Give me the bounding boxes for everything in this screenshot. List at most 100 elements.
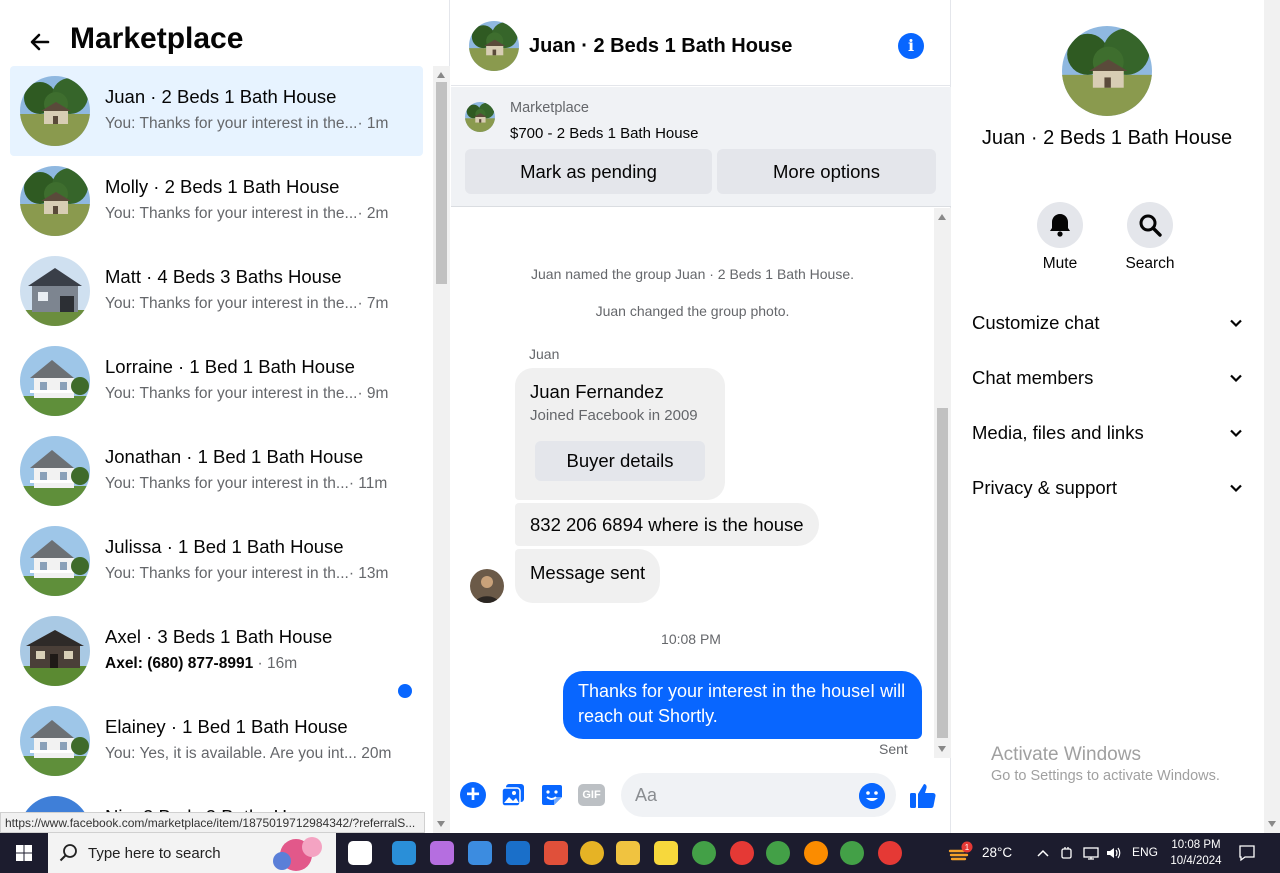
scroll-down-icon[interactable] <box>1268 821 1276 827</box>
listing-source: Marketplace <box>510 100 589 116</box>
edge-icon[interactable] <box>392 841 416 865</box>
conversation-avatar <box>20 256 90 326</box>
system-message: Juan named the group Juan · 2 Beds 1 Bat… <box>531 266 854 282</box>
listing-thumbnail[interactable] <box>465 102 495 132</box>
preview-text: You: Thanks for your interest in th... <box>105 475 349 492</box>
section-privacy-support[interactable]: Privacy & support <box>972 468 1242 508</box>
thread-scrollbar[interactable] <box>934 208 951 758</box>
preview-text: You: Yes, it is available. Are you int..… <box>105 745 357 762</box>
mute-button[interactable]: Mute <box>1015 202 1105 273</box>
chat-panel: Juan · 2 Beds 1 Bath House i Marketplace… <box>451 0 951 833</box>
info-icon[interactable]: i <box>898 33 924 59</box>
preview-time: · 9m <box>357 385 389 402</box>
mark-as-pending-button[interactable]: Mark as pending <box>465 149 712 194</box>
conversation-item[interactable]: Axel · 3 Beds 1 Bath House Axel: (680) 87… <box>10 606 423 698</box>
chrome-profile-icon[interactable] <box>878 841 902 865</box>
emoji-icon[interactable] <box>859 783 885 809</box>
details-panel: Juan · 2 Beds 1 Bath House Mute Search C… <box>952 0 1264 833</box>
chrome-profile-icon[interactable] <box>840 841 864 865</box>
conversation-item[interactable]: Julissa · 1 Bed 1 Bath House You: Thanks … <box>10 516 423 606</box>
back-arrow-icon[interactable] <box>26 28 54 56</box>
sticky-notes-icon[interactable] <box>654 841 678 865</box>
conversation-preview: You: Thanks for your interest in th...· … <box>105 475 387 493</box>
battery-icon[interactable] <box>1059 845 1075 861</box>
chrome-profile-icon[interactable] <box>766 841 790 865</box>
page-scrollbar[interactable] <box>1264 0 1280 833</box>
section-label: Chat members <box>972 367 1094 388</box>
outgoing-message[interactable]: Thanks for your interest in the houseI w… <box>563 671 922 739</box>
details-name: Juan · 2 Beds 1 Bath House <box>981 127 1233 149</box>
conversation-list: Juan · 2 Beds 1 Bath House You: Thanks fo… <box>10 66 423 826</box>
conversation-item[interactable]: Jonathan · 1 Bed 1 Bath House You: Thanks… <box>10 426 423 516</box>
photo-icon[interactable] <box>500 782 526 808</box>
gif-icon[interactable]: GIF <box>578 784 605 806</box>
input-language[interactable]: ENG <box>1132 845 1158 859</box>
chrome-icon[interactable] <box>580 841 604 865</box>
scroll-down-icon[interactable] <box>938 746 946 752</box>
sticker-icon[interactable] <box>539 782 565 808</box>
scrollbar-thumb[interactable] <box>436 82 447 284</box>
taskbar-search-box[interactable]: Type here to search <box>48 833 336 873</box>
conversation-name: Elainey · 1 Bed 1 Bath House <box>105 716 348 737</box>
search-icon <box>59 844 77 862</box>
conversation-avatar <box>20 526 90 596</box>
copilot-icon[interactable] <box>430 841 454 865</box>
thumbs-up-icon[interactable] <box>908 781 938 811</box>
page-title: Marketplace <box>70 22 244 55</box>
message-input[interactable] <box>621 773 896 817</box>
scroll-up-icon[interactable] <box>938 214 946 220</box>
scroll-down-icon[interactable] <box>437 821 445 827</box>
time-separator: 10:08 PM <box>661 631 721 647</box>
volume-icon[interactable] <box>1105 845 1121 861</box>
weather-icon[interactable]: 1 <box>948 841 974 865</box>
windows-start-icon[interactable] <box>0 833 48 873</box>
section-media-files-links[interactable]: Media, files and links <box>972 413 1242 453</box>
store-icon[interactable] <box>468 841 492 865</box>
conversation-item[interactable]: Matt · 4 Beds 3 Baths House You: Thanks f… <box>10 246 423 336</box>
outlook-icon[interactable] <box>506 841 530 865</box>
temperature[interactable]: 28°C <box>982 845 1012 860</box>
search-label: Search <box>1125 255 1175 272</box>
incoming-message[interactable]: 832 206 6894 where is the house <box>515 503 819 546</box>
left-scrollbar[interactable] <box>433 66 450 833</box>
conversation-item[interactable]: Elainey · 1 Bed 1 Bath House You: Yes, it… <box>10 696 423 786</box>
conversation-item[interactable]: Juan · 2 Beds 1 Bath House You: Thanks fo… <box>10 66 423 156</box>
scrollbar-thumb[interactable] <box>937 408 948 738</box>
chevron-down-icon <box>1230 429 1242 438</box>
preview-text: You: Thanks for your interest in the... <box>105 115 358 132</box>
section-customize-chat[interactable]: Customize chat <box>972 303 1242 343</box>
chevron-up-icon[interactable] <box>1035 845 1051 861</box>
conversation-item[interactable]: Molly · 2 Beds 1 Bath House You: Thanks f… <box>10 156 423 246</box>
notifications-icon[interactable] <box>1238 844 1256 862</box>
incoming-message[interactable]: Message sent <box>515 549 661 603</box>
task-view-icon[interactable] <box>348 841 372 865</box>
conversation-avatar <box>20 616 90 686</box>
scroll-up-icon[interactable] <box>437 72 445 78</box>
paint-icon[interactable] <box>544 841 568 865</box>
preview-text: You: Thanks for your interest in the... <box>105 205 358 222</box>
conversation-name: Juan · 2 Beds 1 Bath House <box>105 86 337 107</box>
section-chat-members[interactable]: Chat members <box>972 358 1242 398</box>
more-options-button[interactable]: More options <box>717 149 936 194</box>
conversation-name: Matt · 4 Beds 3 Baths House <box>105 266 342 287</box>
search-icon <box>1139 214 1162 237</box>
chevron-down-icon <box>1230 484 1242 493</box>
plus-icon[interactable]: + <box>460 782 486 808</box>
clock[interactable]: 10:08 PM 10/4/2024 <box>1168 837 1224 869</box>
chrome-profile-icon[interactable] <box>692 841 716 865</box>
bell-icon <box>1050 214 1070 237</box>
chat-avatar[interactable] <box>469 21 519 71</box>
conversation-item[interactable]: Lorraine · 1 Bed 1 Bath House You: Thanks… <box>10 336 423 426</box>
chrome-profile-icon[interactable] <box>804 841 828 865</box>
search-in-chat-button[interactable]: Search <box>1105 202 1195 273</box>
chrome-profile-icon[interactable] <box>730 841 754 865</box>
listing-price-title[interactable]: $700 - 2 Beds 1 Bath House <box>510 125 698 142</box>
file-explorer-icon[interactable] <box>616 841 640 865</box>
chat-title[interactable]: Juan · 2 Beds 1 Bath House <box>529 35 792 58</box>
sender-avatar[interactable] <box>470 569 504 603</box>
network-icon[interactable] <box>1083 845 1099 861</box>
chat-header: Juan · 2 Beds 1 Bath House i <box>451 6 951 86</box>
conversation-name: Jonathan · 1 Bed 1 Bath House <box>105 446 364 467</box>
buyer-details-button[interactable]: Buyer details <box>535 441 705 481</box>
details-avatar[interactable] <box>1062 26 1152 116</box>
